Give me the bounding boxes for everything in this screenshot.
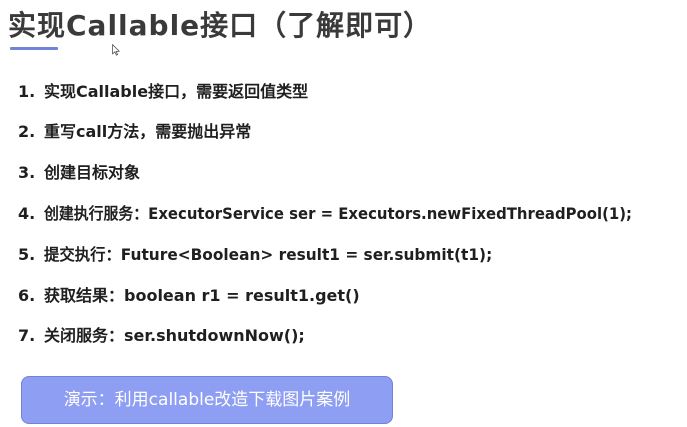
list-item-number: 4. (18, 204, 36, 223)
page-title: 实现Callable接口（了解即可） (8, 9, 433, 42)
slide: 实现Callable接口（了解即可） 1. 实现Callable接口，需要返回值类… (0, 0, 687, 427)
list-item-number: 1. (18, 82, 36, 101)
list-item-text: 创建执行服务：ExecutorService ser = Executors.n… (44, 204, 632, 223)
list-item-number: 2. (18, 122, 36, 141)
list-item-text: 关闭服务：ser.shutdownNow(); (44, 326, 305, 345)
title-underline (10, 47, 58, 50)
list-item: 6. 获取结果：boolean r1 = result1.get() (18, 284, 360, 308)
list-item: 4. 创建执行服务：ExecutorService ser = Executors… (18, 202, 676, 226)
list-item-number: 5. (18, 245, 36, 264)
mouse-pointer-icon (112, 44, 120, 56)
list-item: 7. 关闭服务：ser.shutdownNow(); (18, 324, 305, 348)
list-item: 3. 创建目标对象 (18, 161, 140, 185)
list-item-text: 重写call方法，需要抛出异常 (44, 122, 252, 141)
list-item-number: 3. (18, 163, 36, 182)
list-item: 5. 提交执行：Future<Boolean> result1 = ser.sub… (18, 243, 511, 267)
list-item-text: 实现Callable接口，需要返回值类型 (44, 82, 309, 101)
demo-button[interactable]: 演示：利用callable改造下载图片案例 (21, 376, 393, 424)
list-item: 2. 重写call方法，需要抛出异常 (18, 120, 251, 144)
list-item: 1. 实现Callable接口，需要返回值类型 (18, 80, 308, 104)
list-item-number: 7. (18, 326, 36, 345)
list-item-number: 6. (18, 286, 36, 305)
list-item-text: 获取结果：boolean r1 = result1.get() (44, 286, 360, 305)
list-item-text: 创建目标对象 (44, 163, 141, 182)
list-item-text: 提交执行：Future<Boolean> result1 = ser.submi… (44, 245, 493, 264)
